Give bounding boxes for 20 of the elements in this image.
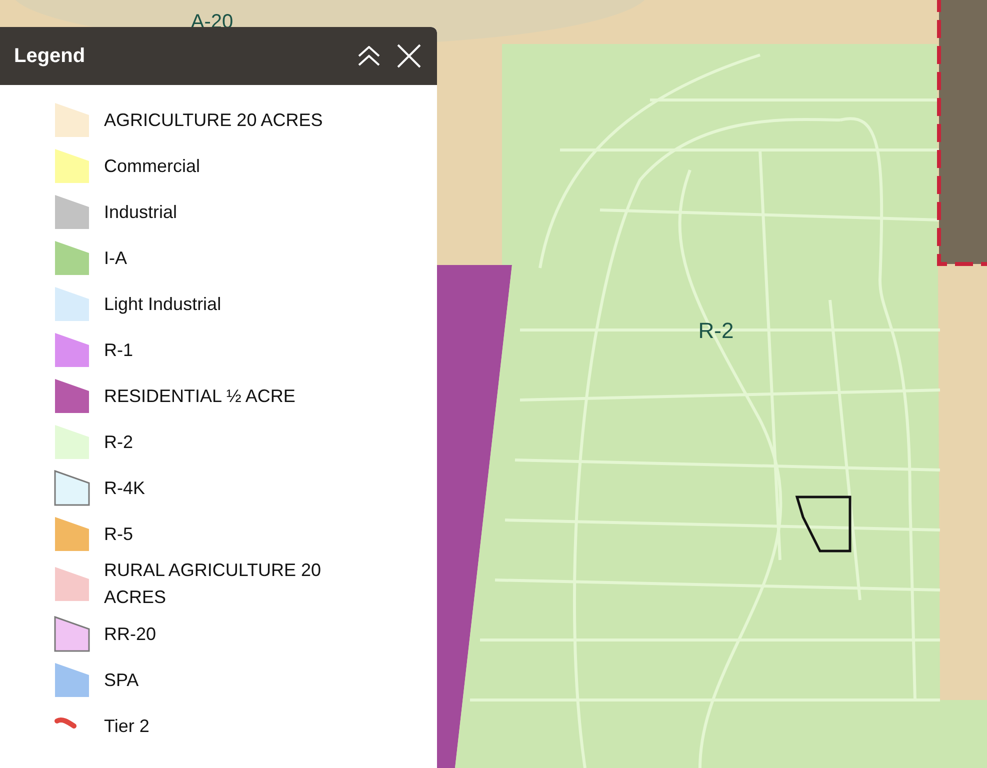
legend-label: Industrial bbox=[104, 200, 178, 224]
double-chevron-up-icon bbox=[358, 46, 380, 66]
legend-label: Commercial bbox=[104, 154, 202, 178]
legend-label: Tier 2 bbox=[104, 714, 150, 738]
parcel-outline bbox=[795, 496, 852, 552]
legend-label: I-A bbox=[104, 246, 128, 270]
legend-label: RURAL AGRICULTURE 20 ACRES bbox=[104, 559, 322, 609]
zone-label: R-2 bbox=[698, 318, 734, 343]
panel-title: Legend bbox=[14, 44, 86, 68]
legend-label: R-2 bbox=[104, 430, 134, 454]
legend-label: AGRICULTURE 20 ACRES bbox=[104, 108, 324, 132]
close-button[interactable] bbox=[395, 42, 423, 70]
legend-label: R-5 bbox=[104, 522, 134, 546]
legend-label: R-1 bbox=[104, 338, 134, 362]
legend-label: R-4K bbox=[104, 476, 146, 500]
legend-label: RESIDENTIAL ½ ACRE bbox=[104, 384, 296, 408]
legend-label: SPA bbox=[104, 668, 140, 692]
legend-label: Light Industrial bbox=[104, 292, 222, 316]
legend-label: RR-20 bbox=[104, 622, 158, 646]
close-icon bbox=[397, 44, 421, 68]
